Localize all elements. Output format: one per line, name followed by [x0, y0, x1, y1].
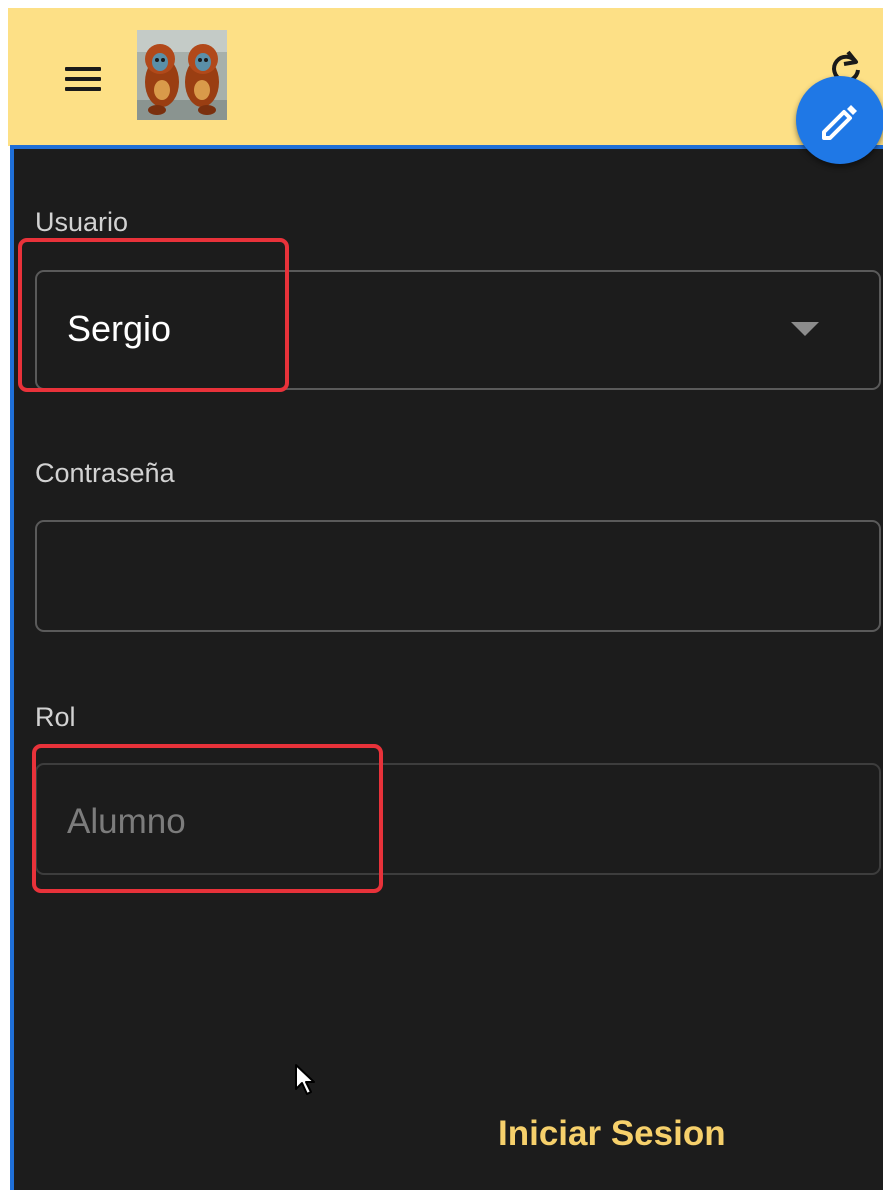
pencil-icon — [822, 105, 857, 140]
hamburger-menu-icon[interactable] — [56, 58, 106, 98]
edit-fab-button[interactable] — [796, 76, 883, 164]
dropdown-arrow-icon — [791, 322, 819, 336]
user-select[interactable]: Sergio — [35, 270, 881, 390]
login-button[interactable]: Iniciar Sesion — [498, 1114, 726, 1154]
monkeys-logo-image — [137, 30, 227, 120]
user-select-value: Sergio — [67, 308, 172, 349]
app-bar — [8, 8, 883, 146]
role-label: Rol — [35, 702, 76, 732]
user-label: Usuario — [35, 207, 129, 237]
password-label: Contraseña — [35, 458, 175, 488]
role-field-value: Alumno — [67, 802, 186, 841]
password-field-wrapper — [35, 520, 881, 632]
mouse-cursor-icon — [295, 1064, 315, 1095]
password-field[interactable] — [37, 522, 879, 630]
role-field: Alumno — [35, 763, 881, 875]
page: Usuario Sergio Contraseña Rol Alumno Ini… — [0, 0, 883, 1190]
